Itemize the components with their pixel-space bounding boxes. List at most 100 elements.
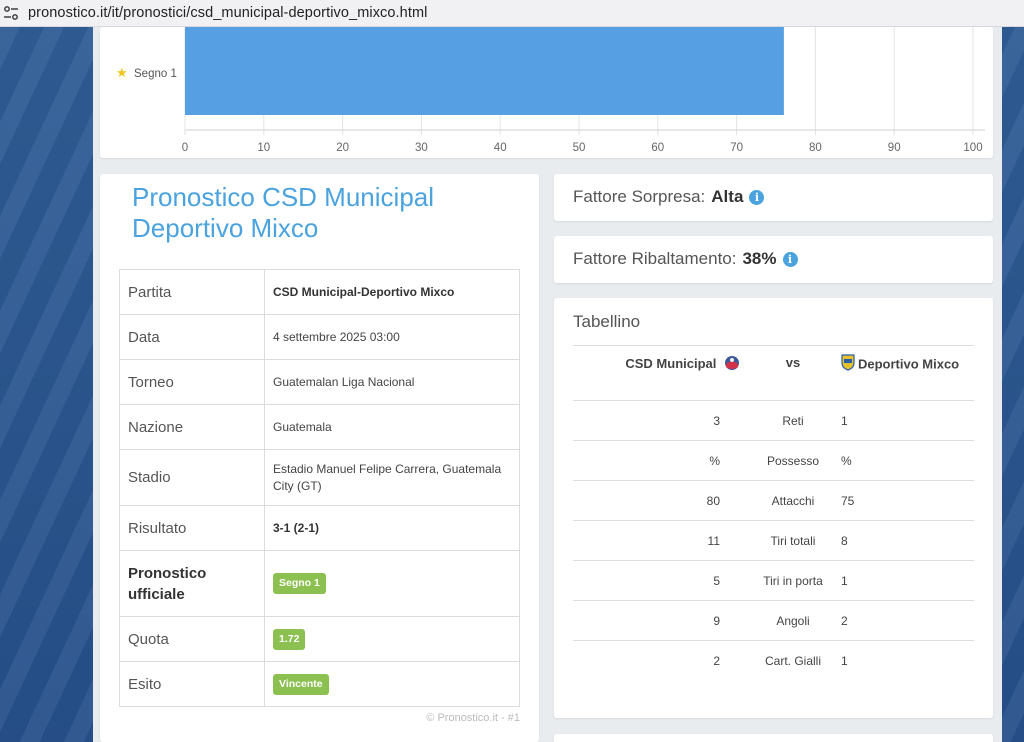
table-row: Risultato 3-1 (2-1) — [119, 505, 520, 551]
country-value: Guatemala — [264, 404, 520, 450]
date-value: 4 settembre 2025 03:00 — [264, 314, 520, 360]
category-label: Segno 1 — [134, 68, 177, 80]
result-value: 3-1 (2-1) — [264, 505, 520, 551]
table-row: Esito Vincente — [119, 661, 520, 707]
stat-label: Attacchi — [746, 480, 840, 521]
table-row: 9 Angoli 2 — [573, 600, 974, 641]
tick-label: 40 — [494, 142, 507, 154]
stats-header-row: CSD Municipal vs Deportivo Mixco — [573, 345, 974, 401]
tabellino-card: Tabellino CSD Municipal vs Deportivo Mix… — [554, 298, 993, 718]
table-row: % Possesso % — [573, 440, 974, 481]
table-row: Pronostico ufficiale Segno 1 — [119, 550, 520, 617]
home-team-name: CSD Municipal — [625, 355, 717, 371]
away-team-header: Deportivo Mixco — [840, 345, 974, 401]
table-row: 11 Tiri totali 8 — [573, 520, 974, 561]
stat-label: Tiri in porta — [746, 560, 840, 601]
tabellino-title: Tabellino — [573, 312, 641, 331]
home-stat: 9 — [573, 600, 746, 641]
stat-label: Angoli — [746, 600, 840, 641]
tick-label: 70 — [730, 142, 743, 154]
tune-icon[interactable] — [0, 2, 22, 24]
surprise-factor-value: Alta — [711, 187, 744, 206]
tick-label: 50 — [573, 142, 586, 154]
stat-label: Tiri totali — [746, 520, 840, 561]
tick-label: 30 — [415, 142, 428, 154]
home-stat: 5 — [573, 560, 746, 601]
table-row: 3 Reti 1 — [573, 400, 974, 441]
row-label: Nazione — [119, 404, 265, 450]
copyright-note: © Pronostico.it - #1 — [426, 712, 520, 724]
surprise-factor-card: Fattore Sorpresa: Alta i — [554, 174, 993, 221]
star-icon: ★ — [116, 66, 128, 81]
table-row: Data 4 settembre 2025 03:00 — [119, 314, 520, 360]
stadium-value: Estadio Manuel Felipe Carrera, Guatemala… — [264, 449, 520, 506]
reversal-factor-value: 38% — [742, 249, 777, 268]
reversal-factor-label: Fattore Ribaltamento: — [573, 249, 737, 268]
stat-label: Reti — [746, 400, 840, 441]
info-icon[interactable]: i — [782, 251, 798, 267]
vs-header: vs — [746, 345, 840, 401]
home-stat: 80 — [573, 480, 746, 521]
tick-label: 20 — [336, 142, 349, 154]
table-row: Quota 1.72 — [119, 616, 520, 662]
main-content: 0 10 20 30 40 50 60 70 80 90 100 ★ Segno 1 Pronostic… — [93, 27, 1002, 742]
away-team-name: Deportivo Mixco — [858, 356, 960, 372]
away-stat: 1 — [840, 560, 974, 601]
away-stat: % — [840, 440, 974, 481]
match-info-table: Partita CSD Municipal-Deportivo Mixco Da… — [119, 269, 520, 707]
info-icon[interactable]: i — [749, 189, 765, 205]
tournament-value: Guatemalan Liga Nacional — [264, 359, 520, 405]
browser-url-bar[interactable]: pronostico.it/it/pronostici/csd_municipa… — [0, 0, 1024, 27]
row-label: Stadio — [119, 449, 265, 506]
official-prediction-badge: Segno 1 — [273, 573, 326, 594]
surprise-factor-label: Fattore Sorpresa: — [573, 187, 706, 206]
away-team-logo-icon — [841, 354, 855, 376]
stat-label: Possesso — [746, 440, 840, 481]
tick-label: 10 — [257, 142, 270, 154]
url-text[interactable]: pronostico.it/it/pronostici/csd_municipa… — [28, 5, 427, 21]
prediction-chart: 0 10 20 30 40 50 60 70 80 90 100 ★ Segno 1 — [116, 27, 985, 154]
tick-label: 0 — [182, 142, 188, 154]
reversal-factor: Fattore Ribaltamento: 38% i — [573, 249, 798, 269]
home-team-header: CSD Municipal — [573, 345, 746, 401]
home-stat: 3 — [573, 400, 746, 441]
prediction-chart-card: 0 10 20 30 40 50 60 70 80 90 100 ★ Segno 1 — [100, 27, 993, 158]
home-team-logo-icon — [724, 355, 740, 374]
table-row: 2 Cart. Gialli 1 — [573, 640, 974, 681]
match-value: CSD Municipal-Deportivo Mixco — [264, 269, 520, 315]
tick-label: 80 — [809, 142, 822, 154]
row-label: Torneo — [119, 359, 265, 405]
table-row: Torneo Guatemalan Liga Nacional — [119, 359, 520, 405]
row-label: Partita — [119, 269, 265, 315]
next-card — [554, 734, 993, 742]
table-row: Stadio Estadio Manuel Felipe Carrera, Gu… — [119, 449, 520, 506]
row-label: Esito — [119, 661, 265, 707]
stat-label: Cart. Gialli — [746, 640, 840, 681]
odds-badge: 1.72 — [273, 628, 306, 650]
away-stat: 1 — [840, 640, 974, 681]
surprise-factor: Fattore Sorpresa: Alta i — [573, 187, 765, 207]
home-stat: % — [573, 440, 746, 481]
bar — [185, 27, 784, 115]
outcome-badge: Vincente — [273, 673, 329, 695]
tick-label: 60 — [651, 142, 664, 154]
tick-label: 90 — [888, 142, 901, 154]
home-stat: 11 — [573, 520, 746, 561]
row-label: Risultato — [119, 505, 265, 551]
pronostico-card: Pronostico CSD Municipal Deportivo Mixco… — [100, 174, 539, 742]
away-stat: 8 — [840, 520, 974, 561]
table-row: Nazione Guatemala — [119, 404, 520, 450]
row-label: Quota — [119, 616, 265, 662]
table-row: 5 Tiri in porta 1 — [573, 560, 974, 601]
tick-label: 100 — [963, 142, 982, 154]
page-title: Pronostico CSD Municipal Deportivo Mixco — [132, 182, 435, 243]
away-stat: 75 — [840, 480, 974, 521]
away-stat: 2 — [840, 600, 974, 641]
row-label: Pronostico ufficiale — [119, 550, 265, 617]
reversal-factor-card: Fattore Ribaltamento: 38% i — [554, 236, 993, 283]
home-stat: 2 — [573, 640, 746, 681]
table-row: 80 Attacchi 75 — [573, 480, 974, 521]
stats-table: CSD Municipal vs Deportivo Mixco 3 Reti … — [573, 345, 974, 681]
away-stat: 1 — [840, 400, 974, 441]
row-label: Data — [119, 314, 265, 360]
